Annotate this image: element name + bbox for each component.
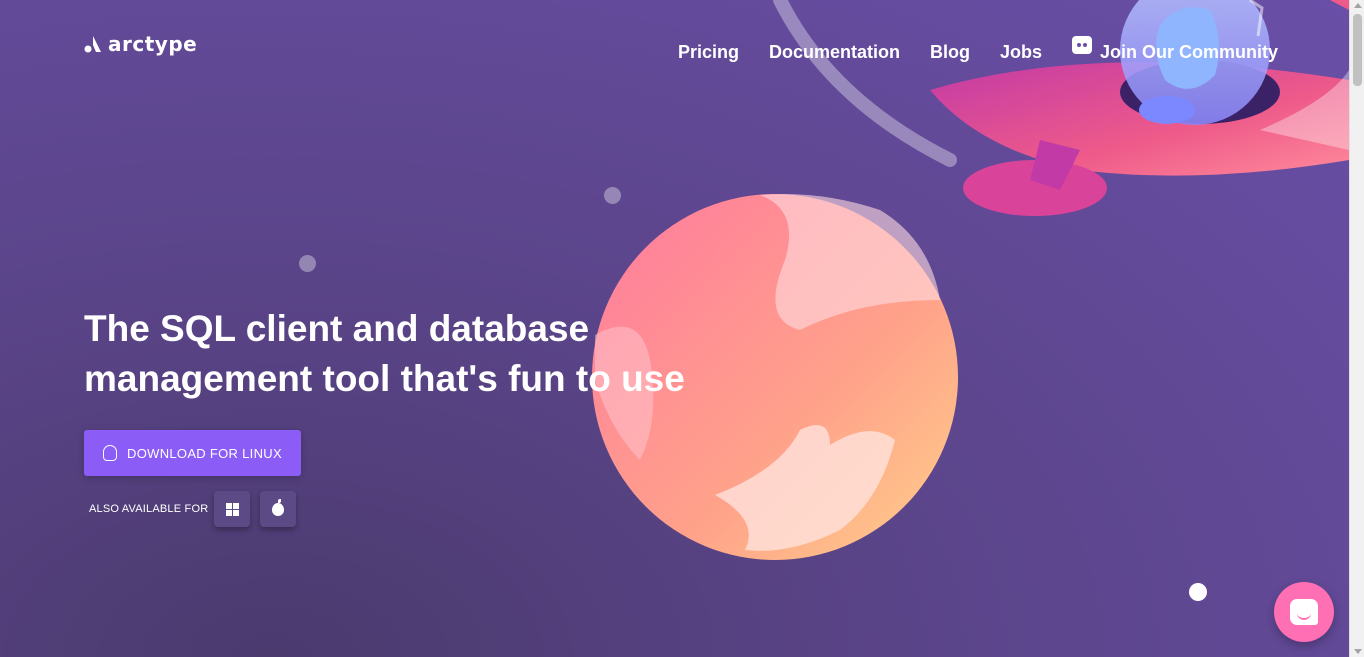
decorative-dot [1189, 583, 1207, 601]
brand-name: arctype [108, 32, 198, 56]
also-available-label: ALSO AVAILABLE FOR [89, 503, 209, 515]
scroll-up-arrow[interactable] [1354, 3, 1362, 8]
main-nav: Pricing Documentation Blog Jobs Join Our… [678, 35, 1279, 63]
chat-widget-button[interactable] [1274, 582, 1334, 642]
download-windows-button[interactable] [214, 491, 250, 527]
scroll-down-arrow[interactable] [1354, 649, 1362, 654]
page-scrollbar[interactable] [1349, 0, 1364, 657]
discord-icon [1072, 35, 1093, 54]
brand-logo[interactable]: arctype [84, 32, 197, 56]
nav-blog[interactable]: Blog [930, 42, 970, 63]
download-label: DOWNLOAD FOR LINUX [127, 445, 282, 461]
linux-icon [103, 445, 118, 461]
apple-icon [272, 498, 284, 516]
decorative-dot [604, 187, 621, 204]
download-mac-button[interactable] [260, 491, 296, 527]
nav-community[interactable]: Join Our Community [1072, 35, 1279, 63]
nav-community-label: Join Our Community [1100, 42, 1279, 62]
scrollbar-thumb[interactable] [1353, 14, 1362, 86]
decorative-dot [299, 255, 316, 272]
page: arctype Pricing Documentation Blog Jobs … [0, 0, 1349, 657]
nav-documentation[interactable]: Documentation [769, 42, 900, 63]
nav-pricing[interactable]: Pricing [678, 42, 739, 63]
arctype-logo-icon [84, 36, 101, 53]
hero-title: The SQL client and database management t… [84, 304, 724, 404]
nav-jobs[interactable]: Jobs [1000, 42, 1042, 63]
hero-title-line-2: management tool that's fun to use [84, 358, 685, 399]
chat-icon [1290, 599, 1318, 625]
download-linux-button[interactable]: DOWNLOAD FOR LINUX [84, 430, 301, 476]
hero-title-line-1: The SQL client and database [84, 308, 590, 349]
windows-icon [225, 502, 239, 516]
